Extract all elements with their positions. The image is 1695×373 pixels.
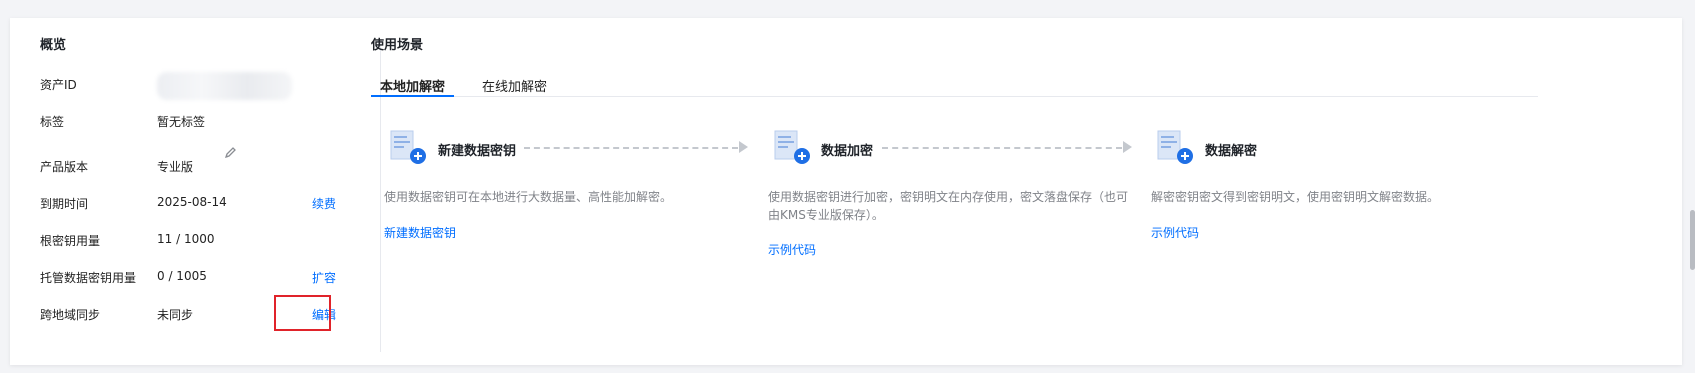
encrypt-sample-code-link[interactable]: 示例代码 [768, 241, 816, 258]
asset-id-label: 资产ID [40, 78, 77, 92]
tab-online-encryption[interactable]: 在线加解密 [482, 76, 547, 95]
data-key-usage-value: 0 / 1005 [157, 269, 207, 283]
step-connector-2 [882, 147, 1122, 149]
expand-capacity-link[interactable]: 扩容 [312, 269, 336, 286]
step-encrypt-desc: 使用数据密钥进行加密，密钥明文在内存使用，密文落盘保存（也可由KMS专业版保存）… [768, 190, 1129, 222]
tags-label: 标签 [40, 115, 65, 129]
step-connector-1 [524, 147, 738, 149]
arrow-right-icon [739, 141, 748, 153]
expire-time-value: 2025-08-14 [157, 195, 227, 209]
data-key-usage-label: 托管数据密钥用量 [40, 271, 137, 285]
add-document-icon [389, 129, 429, 171]
step-encrypt-title: 数据加密 [821, 144, 874, 159]
product-version-label: 产品版本 [40, 160, 89, 174]
cross-region-sync-label: 跨地域同步 [40, 308, 101, 322]
step-create-key-desc: 使用数据密钥可在本地进行大数据量、高性能加解密。 [384, 190, 673, 204]
tabs-baseline [371, 96, 1538, 97]
root-key-usage-value: 11 / 1000 [157, 232, 215, 246]
create-data-key-link[interactable]: 新建数据密钥 [384, 224, 456, 241]
page-scrollbar[interactable] [1690, 210, 1695, 270]
root-key-usage-label: 根密钥用量 [40, 234, 101, 248]
active-tab-indicator [371, 95, 454, 97]
asset-id-value-redacted [157, 72, 292, 100]
renew-link[interactable]: 续费 [312, 195, 336, 212]
step-create-key-title: 新建数据密钥 [438, 144, 517, 159]
cross-region-sync-value: 未同步 [157, 308, 194, 322]
edit-tags-pencil-icon[interactable] [224, 144, 237, 163]
add-document-icon [773, 129, 813, 171]
edit-link-highlight-box [274, 295, 331, 331]
scenarios-title: 使用场景 [371, 38, 424, 53]
overview-title: 概览 [40, 38, 67, 53]
tab-local-encryption[interactable]: 本地加解密 [380, 76, 445, 95]
add-document-icon [1156, 129, 1196, 171]
step-decrypt-desc: 解密密钥密文得到密钥明文，使用密钥明文解密数据。 [1151, 190, 1440, 204]
arrow-right-icon [1123, 141, 1132, 153]
expire-time-label: 到期时间 [40, 197, 89, 211]
decrypt-sample-code-link[interactable]: 示例代码 [1151, 224, 1199, 241]
tags-value: 暂无标签 [157, 115, 206, 129]
step-decrypt-title: 数据解密 [1205, 144, 1258, 159]
product-version-value: 专业版 [157, 160, 194, 174]
